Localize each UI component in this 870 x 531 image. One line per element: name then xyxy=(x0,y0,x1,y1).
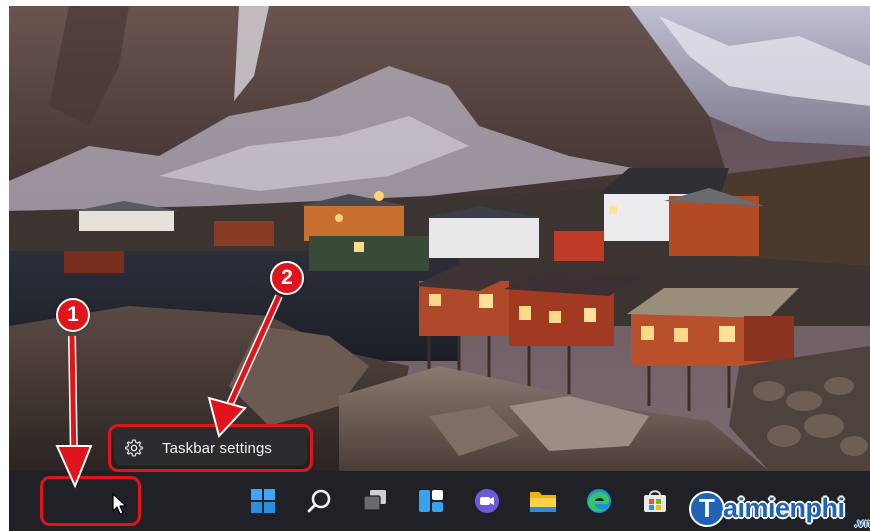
search-icon[interactable] xyxy=(304,486,334,516)
chat-icon[interactable] xyxy=(472,486,502,516)
step-2-badge: 2 xyxy=(270,261,304,295)
task-view-icon[interactable] xyxy=(360,486,390,516)
watermark-text: aimienphi xyxy=(723,493,845,523)
screenshot-frame: Taskbar settings 1 2 T aimienphi .vn xyxy=(9,6,870,531)
widgets-icon[interactable] xyxy=(416,486,446,516)
file-explorer-icon[interactable] xyxy=(528,486,558,516)
windows-start-icon[interactable] xyxy=(248,486,278,516)
watermark-logo: T aimienphi .vn xyxy=(689,486,870,531)
microsoft-store-icon[interactable] xyxy=(640,486,670,516)
watermark-initial: T xyxy=(689,490,725,527)
highlight-box-taskbar-settings xyxy=(108,424,313,472)
step-1-badge: 1 xyxy=(56,298,90,332)
watermark-suffix: .vn xyxy=(854,516,870,530)
edge-browser-icon[interactable] xyxy=(584,486,614,516)
highlight-box-taskbar-empty-area xyxy=(40,476,141,526)
desktop-wallpaper xyxy=(9,6,870,471)
